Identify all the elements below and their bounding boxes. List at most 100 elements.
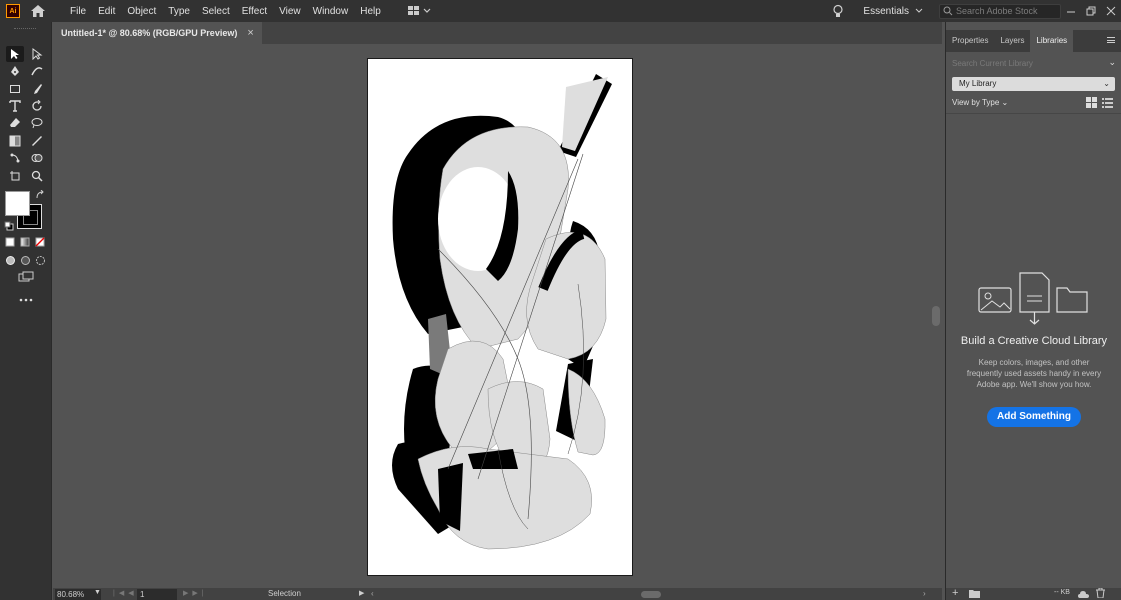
gradient-tool-icon[interactable] [6,133,24,149]
menu-object[interactable]: Object [121,6,162,17]
eraser-tool-icon[interactable] [6,115,24,131]
horizontal-scroll-thumb[interactable] [641,591,661,598]
cloud-icon[interactable] [1078,590,1089,598]
default-colors-icon[interactable] [3,220,15,232]
select-chevron-icon: ⌄ [1103,79,1110,88]
shape-builder-tool-icon[interactable] [28,150,46,166]
panel-footer: + -- KB [946,587,1121,600]
status-menu-icon[interactable]: ▶ [359,588,364,600]
chevron-down-icon[interactable]: ⌄ [1108,57,1116,68]
stock-search-field[interactable]: Search Adobe Stock [939,3,1061,19]
document-tab-title: Untitled-1* @ 80.68% (RGB/GPU Preview) [61,28,238,38]
pen-tool-icon[interactable] [6,63,24,79]
paintbrush-tool-icon[interactable] [28,81,46,97]
workspace-switcher[interactable]: Essentials [863,6,923,17]
toolbar-grip[interactable] [14,28,36,31]
illustrator-window: Ai File Edit Object Type Select Effect V… [0,0,1121,600]
tab-libraries[interactable]: Libraries [1030,30,1074,52]
library-empty-illustration-icon [978,272,1088,325]
document-close-icon[interactable]: × [247,27,253,39]
menu-help[interactable]: Help [354,6,387,17]
tab-properties[interactable]: Properties [946,30,994,52]
minimize-icon[interactable] [1061,3,1081,19]
draw-behind-icon[interactable] [18,253,32,267]
restore-icon[interactable] [1081,3,1101,19]
fill-mode-gradient-icon[interactable] [18,235,32,249]
empty-library-description: Keep colors, images, and other frequentl… [966,358,1102,389]
view-by-chevron-icon: ⌄ [1001,98,1009,107]
panel-tab-bar: Properties Layers Libraries [946,30,1121,52]
status-bar: 80.68% ▼ |◀◀ 1 ▶▶| Selection ▶ ‹ › [53,588,942,600]
more-tools-icon[interactable] [16,293,36,307]
first-prev-artboard-icons[interactable]: |◀◀ [113,588,138,600]
lasso-tool-icon[interactable] [28,115,46,131]
status-mode-label: Selection [268,589,301,598]
libraries-panel: Properties Layers Libraries Search Curre… [945,22,1121,600]
rectangle-tool-icon[interactable] [6,81,24,97]
puppet-warp-tool-icon[interactable] [6,150,24,166]
add-content-icon[interactable]: + [952,587,958,599]
panel-menu-icon[interactable] [1107,37,1115,43]
vertical-scrollbar[interactable] [930,44,942,588]
artboard[interactable] [367,58,633,576]
search-icon [943,6,953,16]
library-size-label: -- KB [1054,589,1070,596]
menu-file[interactable]: File [64,6,92,17]
curvature-tool-icon[interactable] [28,63,46,79]
next-last-artboard-icons[interactable]: ▶▶| [183,588,208,600]
library-search-input[interactable]: Search Current Library ⌄ [952,56,1116,70]
close-icon[interactable] [1101,3,1121,19]
type-tool-icon[interactable] [6,98,24,114]
document-tab-bar: Untitled-1* @ 80.68% (RGB/GPU Preview) × [53,22,942,44]
menu-select[interactable]: Select [196,6,236,17]
document-tab[interactable]: Untitled-1* @ 80.68% (RGB/GPU Preview) × [53,22,262,44]
rotate-tool-icon[interactable] [28,98,46,114]
fill-mode-none-icon[interactable] [33,235,47,249]
menu-window[interactable]: Window [307,6,355,17]
menu-effect[interactable]: Effect [236,6,273,17]
lightbulb-icon[interactable] [831,4,845,18]
direct-selection-tool-icon[interactable] [28,46,46,62]
view-by-dropdown[interactable]: View by Type ⌄ [952,98,1008,107]
selection-tool-icon[interactable] [6,46,24,62]
fill-mode-color-icon[interactable] [3,235,17,249]
draw-normal-icon[interactable] [3,253,17,267]
workspace-label: Essentials [863,5,909,17]
tab-layers[interactable]: Layers [994,30,1030,52]
view-by-label: View by Type [952,98,1000,107]
app-logo: Ai [6,4,20,18]
add-something-button[interactable]: Add Something [987,407,1081,427]
artboard-tool-icon[interactable] [6,168,24,184]
list-view-icon[interactable] [1102,97,1113,108]
zoom-dropdown-icon[interactable]: ▼ [94,589,101,596]
zoom-tool-icon[interactable] [28,168,46,184]
grid-view-icon[interactable] [1086,97,1097,108]
library-search-placeholder: Search Current Library [952,58,1033,68]
folder-icon[interactable] [969,590,980,598]
menu-right-group: Essentials Search Adobe Stock [831,0,1121,22]
eyedropper-tool-icon[interactable] [28,133,46,149]
trash-icon[interactable] [1096,588,1105,598]
screen-mode-icon[interactable] [16,270,36,284]
canvas-area[interactable] [53,44,930,588]
draw-inside-icon[interactable] [33,253,47,267]
library-select-value: My Library [959,79,997,88]
swap-colors-icon[interactable] [34,189,46,201]
chevron-down-icon [915,8,923,13]
vertical-scroll-thumb[interactable] [932,306,940,326]
stock-search-placeholder: Search Adobe Stock [956,6,1038,16]
abstract-artwork[interactable] [368,59,632,575]
scroll-left-icon[interactable]: ‹ [371,588,374,600]
main-menu: File Edit Object Type Select Effect View… [64,6,387,17]
arrange-documents-icon[interactable] [407,4,433,18]
menu-type[interactable]: Type [162,6,196,17]
menu-view[interactable]: View [273,6,307,17]
fill-color-swatch[interactable] [5,191,30,216]
artboard-number-field[interactable]: 1 [137,589,177,600]
menu-edit[interactable]: Edit [92,6,121,17]
panel-divider [946,113,1121,114]
scroll-right-icon[interactable]: › [923,588,926,600]
home-icon[interactable] [30,4,46,18]
tools-panel [0,22,52,600]
library-select[interactable]: My Library ⌄ [952,77,1115,91]
